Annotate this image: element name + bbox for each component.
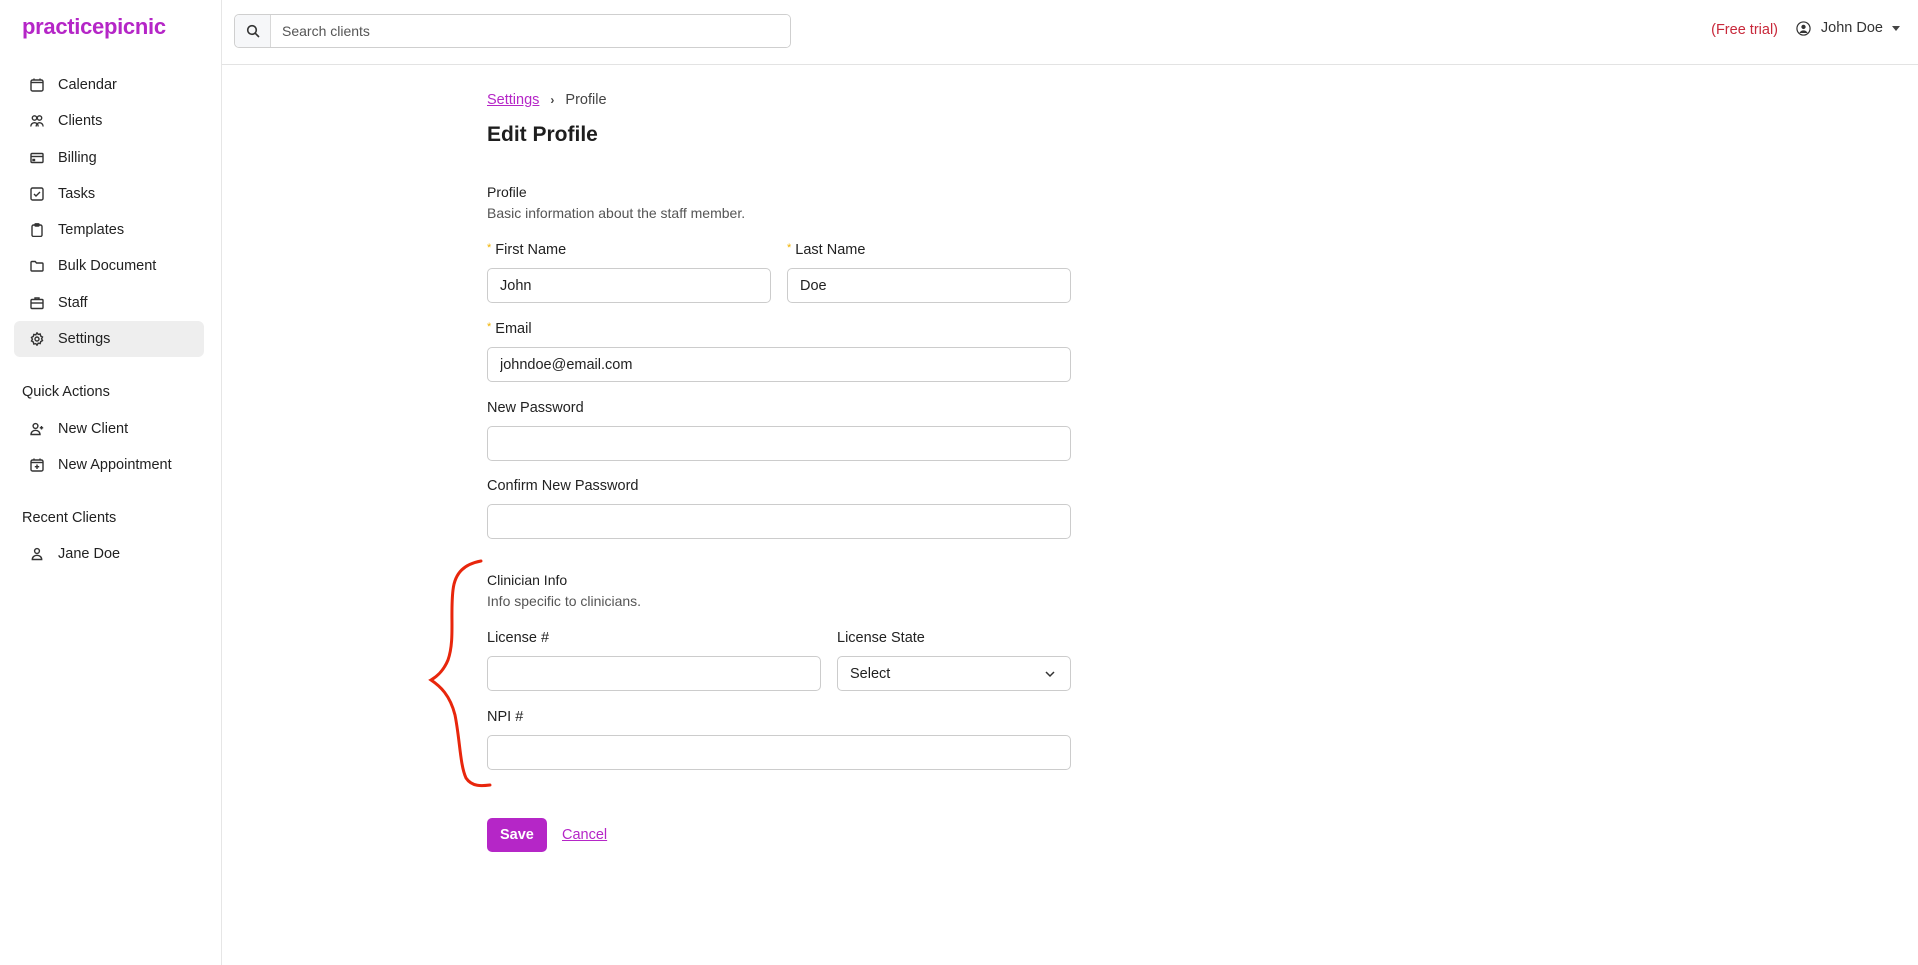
required-marker: * [487,242,492,254]
email-field: * Email [487,319,1071,382]
clinician-section-header: Clinician Info Info specific to clinicia… [487,572,641,609]
quick-action-label: New Appointment [58,457,172,474]
chevron-down-icon [1045,670,1055,677]
sidebar-item-label: Billing [58,149,97,166]
sidebar: practicepicnic Calendar Clients Billing … [0,0,222,965]
license-number-field: License # [487,628,821,691]
briefcase-icon [30,296,44,310]
free-trial-badge[interactable]: (Free trial) [1711,22,1778,38]
new-password-input[interactable] [487,426,1071,461]
calendar-icon [30,78,44,92]
license-state-label: License State [837,630,925,646]
last-name-label: * Last Name [787,242,866,258]
quick-actions-heading: Quick Actions [22,384,110,400]
folder-icon [30,259,44,273]
user-name: John Doe [1820,20,1883,36]
sidebar-item-label: Templates [58,222,125,239]
clinician-section-title: Clinician Info [487,572,568,588]
user-menu[interactable]: John Doe [1796,20,1900,36]
gear-icon [30,332,44,347]
profile-section-description: Basic information about the staff member… [487,205,746,221]
search-input[interactable] [271,15,790,47]
sidebar-item-label: Calendar [58,77,117,93]
npi-number-field: NPI # [487,707,1071,770]
main-nav: Calendar Clients Billing Tasks Templates… [14,67,204,358]
checkbox-icon [30,187,44,201]
sidebar-item-label: Clients [58,113,103,130]
user-circle-icon [1796,20,1811,36]
first-name-label: * First Name [487,242,567,258]
sidebar-item-label: Staff [58,294,88,311]
email-input[interactable] [487,347,1071,382]
curly-brace-mark [428,559,492,788]
license-state-select[interactable]: Select [837,656,1071,691]
credit-card-icon [30,151,44,165]
quick-action-new-appointment[interactable]: New Appointment [14,447,204,483]
recent-client-label: Jane Doe [58,546,121,562]
required-marker: * [787,242,792,254]
sidebar-item-label: Settings [58,331,111,348]
new-password-field: New Password [487,398,1071,461]
sidebar-item-label: Bulk Document [58,258,157,275]
app-logo[interactable]: practicepicnic [22,14,166,40]
last-name-field: * Last Name [787,240,1071,303]
breadcrumb: Settings › Profile [487,90,1071,110]
sidebar-item-staff[interactable]: Staff [14,285,204,321]
license-state-value: Select [850,665,891,682]
quick-action-new-client[interactable]: New Client [14,411,204,447]
first-name-input[interactable] [487,268,771,303]
first-name-field: * First Name [487,240,771,303]
clinician-section-description: Info specific to clinicians. [487,593,642,609]
user-plus-icon [30,422,44,436]
recent-clients-heading: Recent Clients [22,510,117,526]
new-password-label: New Password [487,400,584,416]
email-label: * Email [487,321,532,337]
caret-down-icon [1892,25,1900,31]
npi-number-input[interactable] [487,735,1071,770]
search-bar [234,14,791,48]
sidebar-item-templates[interactable]: Templates [14,212,204,248]
profile-section-title: Profile [487,184,527,200]
license-number-label: License # [487,630,550,646]
sidebar-item-clients[interactable]: Clients [14,103,204,139]
sidebar-item-settings[interactable]: Settings [14,321,204,358]
license-state-field: License State Select [837,628,1071,691]
calendar-plus-icon [30,458,44,472]
clipboard-icon [30,223,44,238]
sidebar-item-bulk-document[interactable]: Bulk Document [14,248,204,284]
sidebar-item-tasks[interactable]: Tasks [14,176,204,212]
quick-actions-list: New Client New Appointment [14,411,204,484]
license-number-input[interactable] [487,656,821,691]
quick-action-label: New Client [58,421,129,437]
confirm-password-field: Confirm New Password [487,476,1071,539]
cancel-link[interactable]: Cancel [562,827,607,843]
breadcrumb-settings-link[interactable]: Settings [487,92,539,108]
sidebar-item-billing[interactable]: Billing [14,140,204,176]
edit-profile-form: Settings › Profile Edit Profile [487,90,1071,151]
sidebar-item-label: Tasks [58,185,96,202]
top-header: (Free trial) John Doe [222,0,1918,65]
confirm-password-input[interactable] [487,504,1071,539]
recent-client-item[interactable]: Jane Doe [14,536,204,572]
profile-section-header: Profile Basic information about the staf… [487,184,745,221]
user-icon [30,547,44,561]
npi-number-label: NPI # [487,709,524,725]
search-button[interactable] [235,15,271,47]
breadcrumb-current: Profile [565,92,607,108]
confirm-password-label: Confirm New Password [487,478,639,494]
users-icon [30,114,44,128]
sidebar-item-calendar[interactable]: Calendar [14,67,204,103]
page-title: Edit Profile [487,123,598,146]
last-name-input[interactable] [787,268,1071,303]
save-button[interactable]: Save [487,818,547,852]
required-marker: * [487,321,492,333]
chevron-right-icon: › [550,93,555,107]
recent-clients-list: Jane Doe [14,536,204,572]
search-icon [246,24,260,38]
